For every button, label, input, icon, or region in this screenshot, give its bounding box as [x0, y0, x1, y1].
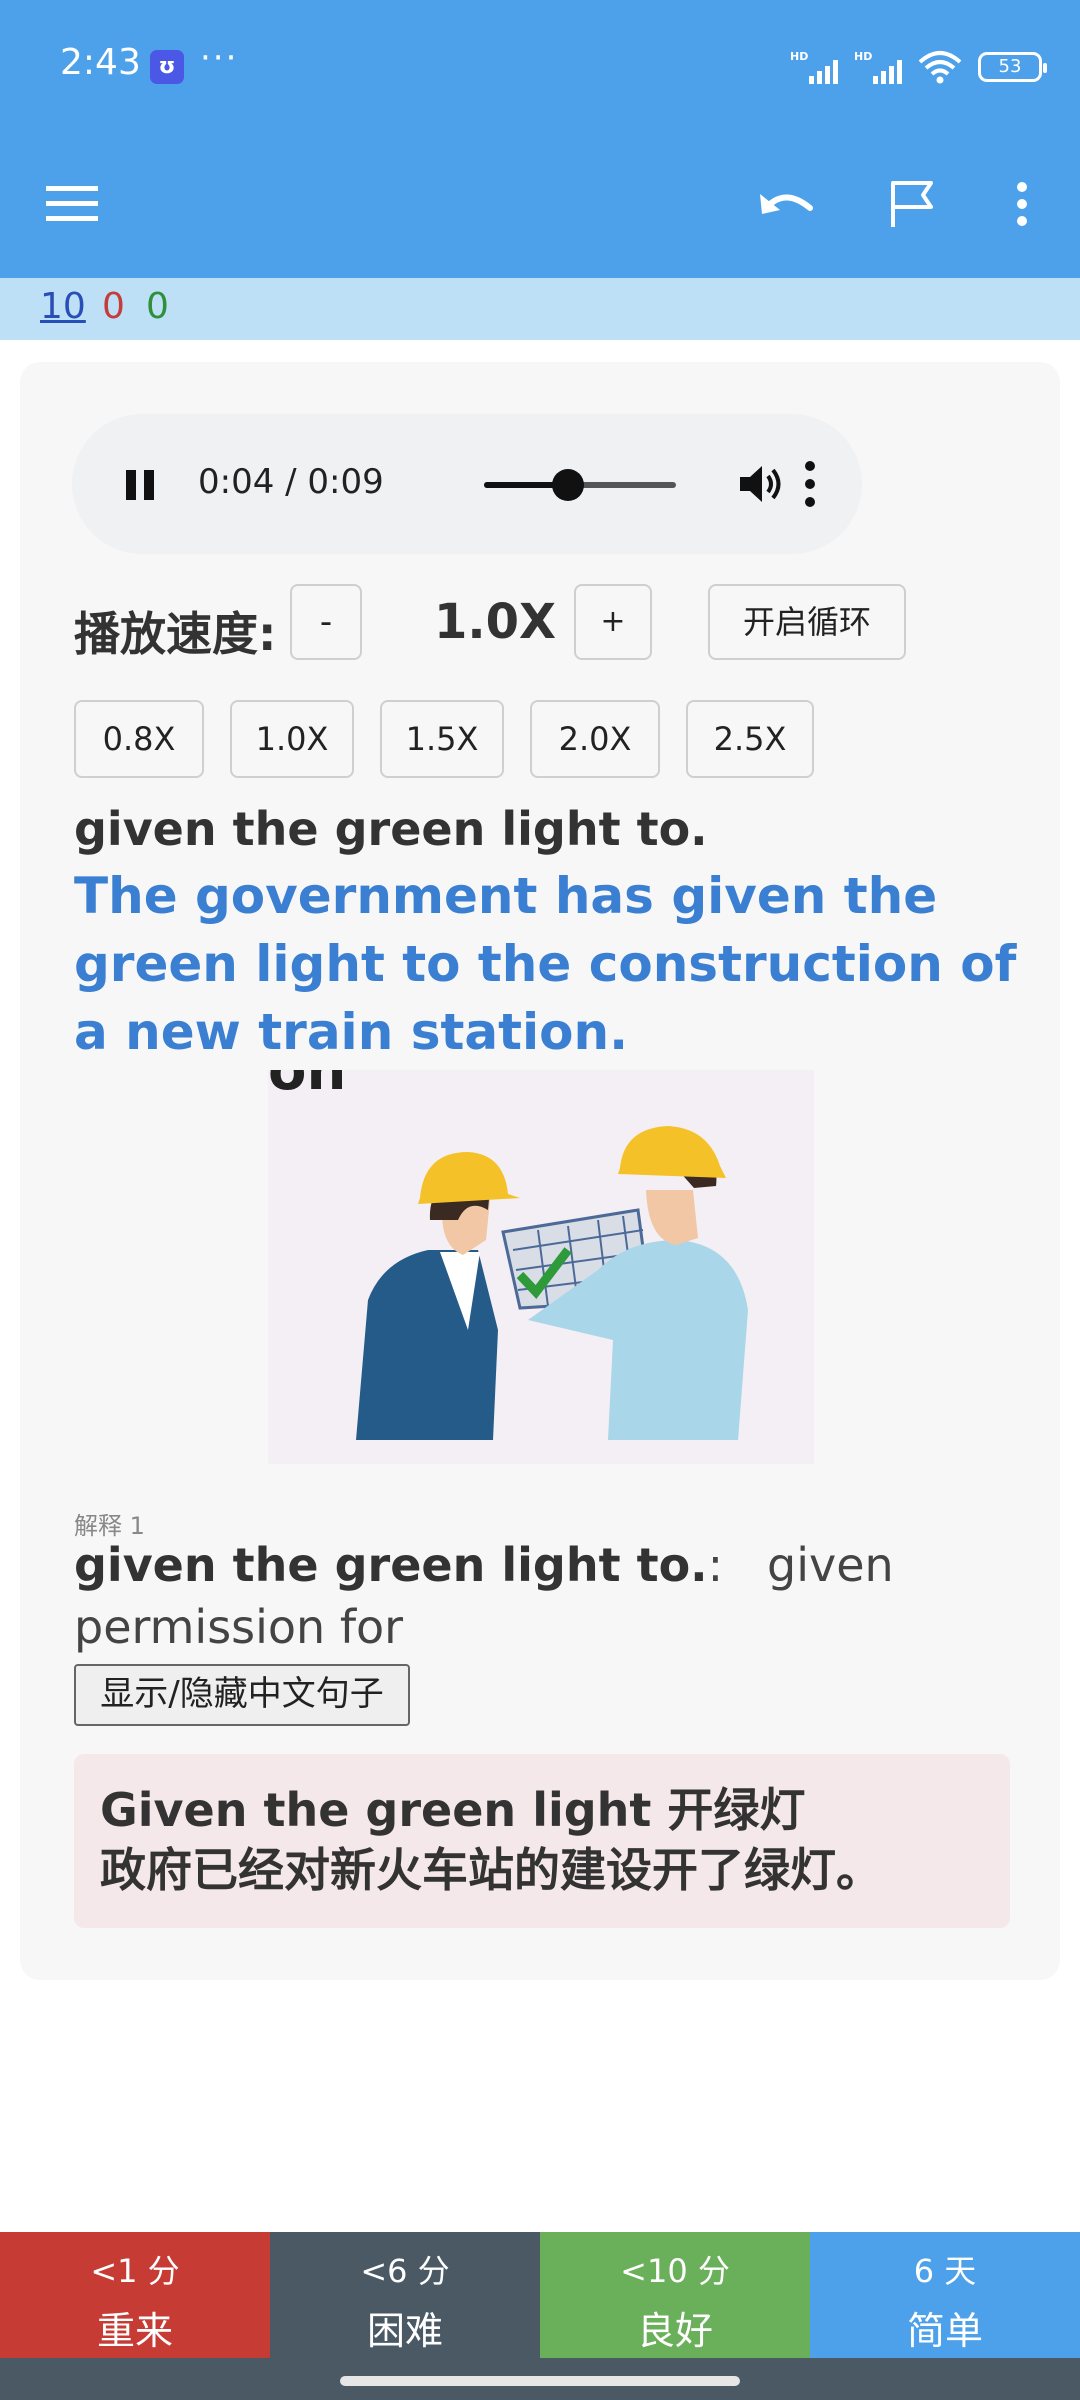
answer-buttons: <1 分 重来 <6 分 困难 <10 分 良好 6 天 简单	[0, 2232, 1080, 2358]
answer-interval: <10 分	[620, 2252, 730, 2290]
review-count: 0	[146, 286, 169, 327]
status-bar: 2:43 ʊ ··· HD HD 53	[0, 0, 1080, 130]
slider-thumb[interactable]	[552, 469, 585, 501]
example-sentence: The government has given the green light…	[74, 867, 1017, 1061]
audio-time: 0:04 / 0:09	[198, 462, 384, 502]
status-indicators: HD HD 53	[790, 48, 1047, 86]
answer-interval: 6 天	[913, 2252, 977, 2290]
audio-more-icon[interactable]	[790, 456, 830, 512]
speed-label: 播放速度:	[74, 607, 277, 661]
notification-app-icon: ʊ	[150, 50, 184, 84]
illustration-image: on	[268, 1070, 814, 1464]
chinese-line: 政府已经对新火车站的建设开了绿灯。	[100, 1843, 882, 1897]
flag-icon[interactable]	[872, 164, 952, 244]
gesture-handle[interactable]	[340, 2376, 740, 2386]
signal-icon: HD	[854, 50, 902, 84]
audio-progress-slider[interactable]	[484, 469, 676, 501]
undo-icon[interactable]	[746, 164, 826, 244]
answer-label: 重来	[96, 2309, 173, 2353]
again-button[interactable]: <1 分 重来	[0, 2232, 270, 2358]
learning-count: 0	[102, 286, 125, 327]
speed-decrease-button[interactable]: -	[290, 584, 362, 660]
speed-preset-button[interactable]: 0.8X	[74, 700, 204, 778]
speed-preset-button[interactable]: 1.5X	[380, 700, 504, 778]
speed-preset-button[interactable]: 2.0X	[530, 700, 660, 778]
speed-presets: 0.8X 1.0X 1.5X 2.0X 2.5X	[74, 700, 974, 780]
card-term: given the green light to.	[74, 802, 708, 856]
system-navigation-bar	[0, 2358, 1080, 2400]
answer-label: 困难	[366, 2309, 443, 2353]
loop-toggle-button[interactable]: 开启循环	[708, 584, 906, 660]
hard-button[interactable]: <6 分 困难	[270, 2232, 540, 2358]
app-root: 2:43 ʊ ··· HD HD 53 10 0 0 0:04 / 0:09 播…	[0, 0, 1080, 2400]
toggle-chinese-button[interactable]: 显示/隐藏中文句子	[74, 1664, 410, 1726]
hamburger-menu-icon[interactable]	[32, 164, 112, 244]
speed-preset-button[interactable]: 1.0X	[230, 700, 354, 778]
easy-button[interactable]: 6 天 简单	[810, 2232, 1080, 2358]
good-button[interactable]: <10 分 良好	[540, 2232, 810, 2358]
pause-icon[interactable]	[122, 464, 162, 504]
speed-increase-button[interactable]: +	[574, 584, 652, 660]
flashcard: 0:04 / 0:09 播放速度: - 1.0X + 开启循环 0.8X 1.0	[20, 362, 1060, 1980]
card-counts-bar: 10 0 0	[0, 278, 1080, 340]
more-notifications-icon: ···	[200, 38, 239, 78]
answer-interval: <1 分	[90, 2252, 180, 2290]
answer-label: 良好	[636, 2309, 713, 2353]
definition-term: given the green light to.	[74, 1538, 708, 1592]
new-count: 10	[40, 286, 86, 327]
speed-controls: 播放速度: - 1.0X + 开启循环	[74, 584, 974, 664]
answer-interval: <6 分	[360, 2252, 450, 2290]
battery-icon: 53	[978, 52, 1047, 82]
wifi-icon	[918, 51, 962, 84]
illustration-caption: on	[268, 1070, 347, 1103]
answer-label: 简单	[906, 2309, 983, 2353]
more-vertical-icon[interactable]	[982, 164, 1062, 244]
volume-icon[interactable]	[736, 462, 786, 506]
signal-icon: HD	[790, 50, 838, 84]
definition: given the green light to.: given permiss…	[74, 1534, 1014, 1658]
hd-label: HD	[790, 50, 809, 63]
definition-separator: :	[707, 1538, 724, 1592]
audio-player: 0:04 / 0:09	[72, 414, 862, 554]
toolbar	[0, 130, 1080, 278]
speed-preset-button[interactable]: 2.5X	[686, 700, 814, 778]
speed-value: 1.0X	[434, 594, 557, 650]
chinese-line: Given the green light 开绿灯	[100, 1783, 806, 1837]
hd-label: HD	[854, 50, 873, 63]
status-time: 2:43	[60, 42, 141, 83]
chinese-translation-box: Given the green light 开绿灯 政府已经对新火车站的建设开了…	[74, 1754, 1010, 1928]
